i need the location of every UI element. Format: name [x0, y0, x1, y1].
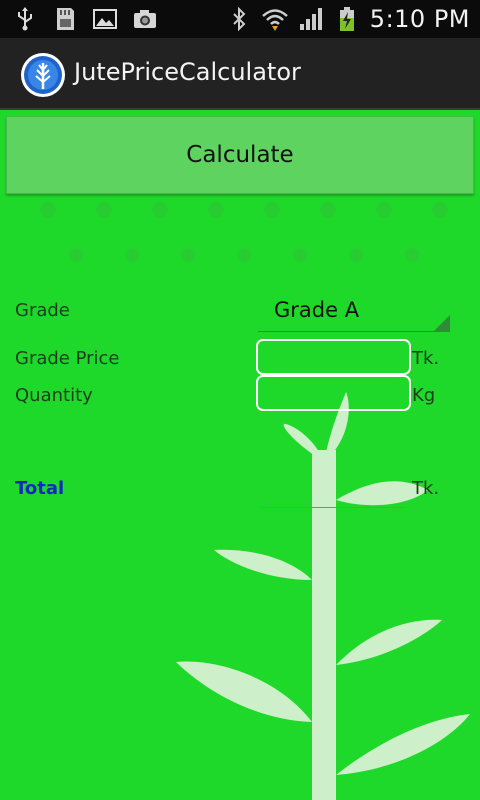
image-icon [93, 9, 117, 29]
calculate-button[interactable]: Calculate [6, 116, 474, 194]
total-unit: Tk. [412, 478, 440, 499]
grade-spinner[interactable]: Grade A [258, 294, 450, 332]
notification-icons [12, 6, 158, 32]
sd-card-icon [57, 8, 74, 30]
action-bar: JutePriceCalculator [0, 38, 480, 110]
quantity-unit: Kg [412, 385, 436, 406]
dropdown-arrow-icon [434, 315, 450, 331]
total-underline [261, 507, 405, 508]
grade-label: Grade [15, 300, 70, 321]
quantity-input[interactable] [256, 375, 411, 411]
system-icons: 5:10 PM [226, 4, 470, 34]
battery-charging-icon [339, 7, 354, 31]
status-bar: 5:10 PM [0, 0, 480, 38]
jute-plant-background [40, 150, 470, 800]
spinner-underline [258, 331, 450, 332]
grade-price-unit: Tk. [412, 348, 440, 369]
main-content: Calculate Grade Grade A Grade Price Tk. … [0, 110, 480, 800]
grade-selected-value: Grade A [274, 298, 360, 322]
quantity-label: Quantity [15, 385, 93, 406]
bluetooth-icon [233, 6, 246, 32]
total-label: Total [15, 478, 65, 499]
clock: 5:10 PM [369, 5, 470, 33]
grade-price-input[interactable] [256, 339, 411, 375]
usb-icon [18, 7, 32, 31]
app-title: JutePriceCalculator [74, 58, 301, 86]
grade-price-label: Grade Price [15, 348, 120, 369]
signal-icon [299, 8, 322, 30]
jute-plant-logo-icon[interactable] [20, 52, 66, 98]
wifi-icon [261, 9, 288, 31]
total-value [261, 478, 405, 510]
camera-icon [134, 10, 156, 28]
